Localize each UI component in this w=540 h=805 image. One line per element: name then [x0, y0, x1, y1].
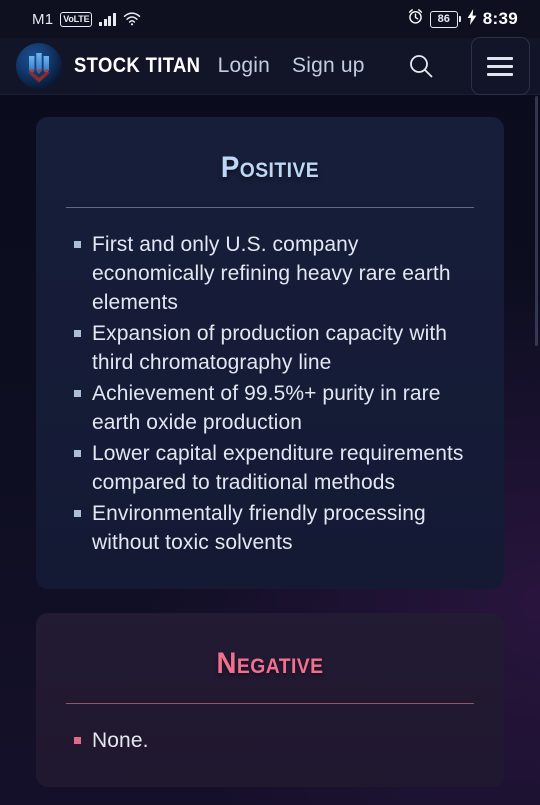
brand-name-label: STOCK TITAN — [74, 54, 201, 77]
status-bar-right: 86 8:39 — [407, 8, 518, 30]
main-content: Positive First and only U.S. company eco… — [0, 95, 540, 787]
brand-home-link[interactable]: STOCK TITAN — [16, 43, 218, 89]
app-screen: M1 VoLTE 86 8:39 STOCK TITAN Login Sign … — [0, 0, 540, 805]
status-bar: M1 VoLTE 86 8:39 — [0, 0, 540, 38]
site-header: STOCK TITAN Login Sign up — [0, 37, 540, 95]
list-item: Expansion of production capacity with th… — [66, 319, 474, 377]
carrier-label: M1 — [32, 10, 54, 28]
signal-bars-icon — [99, 12, 116, 26]
negative-card-title: Negative — [216, 647, 324, 680]
list-item: Environmentally friendly processing with… — [66, 499, 474, 557]
list-item: Achievement of 99.5%+ purity in rare ear… — [66, 379, 474, 437]
alarm-clock-icon — [407, 8, 424, 30]
positive-card: Positive First and only U.S. company eco… — [36, 117, 504, 589]
signup-link[interactable]: Sign up — [292, 54, 365, 78]
header-nav: Login Sign up — [218, 37, 530, 95]
status-bar-left: M1 VoLTE — [32, 11, 141, 28]
positive-list: First and only U.S. company economically… — [66, 230, 474, 557]
clock-label: 8:39 — [482, 9, 518, 28]
login-link[interactable]: Login — [218, 54, 270, 78]
wifi-icon — [123, 12, 141, 26]
stock-titan-logo-icon — [16, 43, 62, 89]
list-item: First and only U.S. company economically… — [66, 230, 474, 317]
search-icon[interactable] — [405, 50, 437, 82]
list-item: Lower capital expenditure requirements c… — [66, 439, 474, 497]
negative-list: None. — [66, 726, 474, 755]
negative-divider — [66, 703, 474, 704]
battery-level-label: 86 — [429, 10, 458, 28]
battery-indicator: 86 — [429, 10, 461, 28]
positive-card-title: Positive — [220, 151, 320, 184]
hamburger-menu-icon[interactable] — [470, 37, 530, 95]
volte-badge: VoLTE — [60, 11, 93, 27]
negative-card: Negative None. — [36, 613, 504, 787]
charging-bolt-icon — [467, 8, 477, 30]
list-item: None. — [66, 726, 474, 755]
positive-divider — [66, 207, 474, 208]
battery-nub — [458, 16, 461, 22]
page-scrollbar[interactable] — [535, 96, 538, 346]
